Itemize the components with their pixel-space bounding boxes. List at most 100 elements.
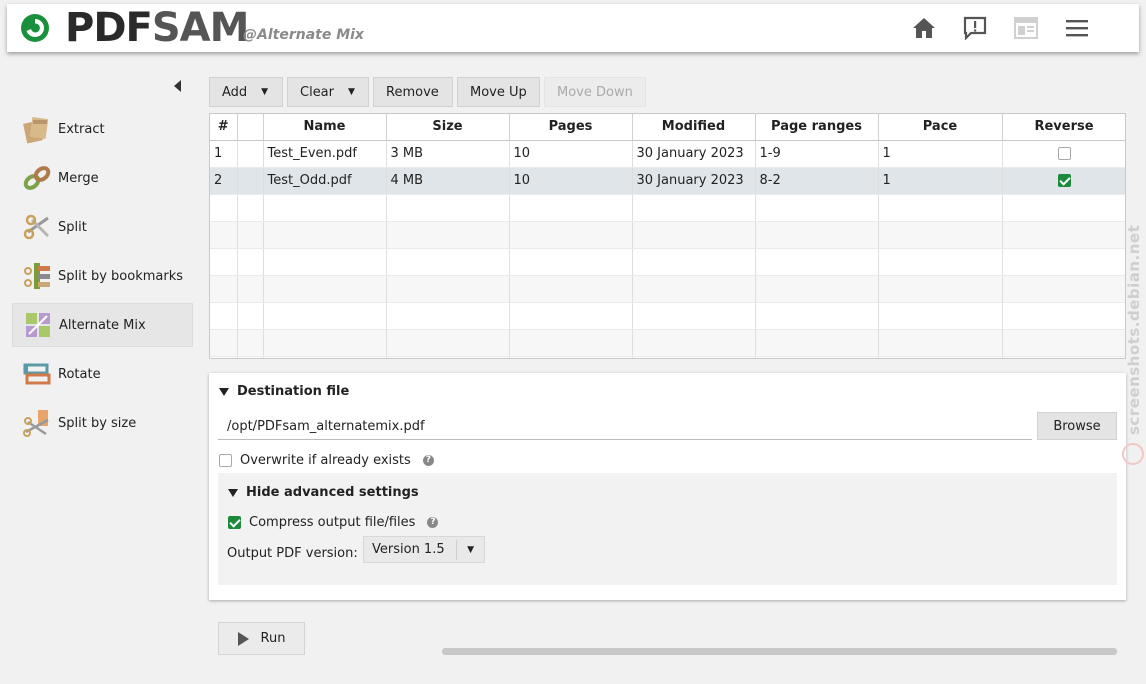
home-button[interactable] — [909, 14, 939, 42]
row-size: 4 MB — [386, 167, 510, 195]
move-up-button[interactable]: Move Up — [457, 77, 540, 107]
help-icon[interactable]: ? — [427, 517, 439, 528]
empty-table-row — [210, 275, 1125, 303]
sidebar-item-label: Split — [58, 219, 87, 235]
empty-table-row — [210, 356, 1125, 358]
compress-row: Compress output file/files ? — [228, 515, 439, 530]
rotate-icon — [23, 363, 51, 385]
sidebar-item-split[interactable]: Split — [12, 205, 193, 249]
destination-title: Destination file — [237, 384, 350, 399]
row-file-name: Test_Odd.pdf — [263, 167, 387, 195]
compress-checkbox[interactable] — [228, 516, 241, 529]
sidebar-item-label: Alternate Mix — [59, 317, 146, 333]
table-row[interactable]: 2 Test_Odd.pdf 4 MB 10 30 January 2023 8… — [210, 167, 1125, 195]
home-icon — [913, 18, 935, 38]
watermark-text: screenshots.debian.net — [1125, 224, 1143, 435]
extract-icon — [23, 116, 49, 144]
row-number: 1 — [210, 140, 238, 168]
row-pace[interactable]: 1 — [878, 167, 1003, 195]
progress-bar — [442, 648, 1117, 655]
run-button[interactable]: Run — [218, 622, 305, 655]
expand-triangle-icon — [219, 387, 229, 396]
help-icon[interactable]: ? — [422, 455, 434, 466]
alternate-mix-icon — [26, 313, 50, 337]
reverse-checkbox[interactable] — [1057, 147, 1071, 160]
overwrite-checkbox[interactable] — [219, 454, 232, 467]
destination-path-input[interactable] — [218, 413, 1032, 440]
sidebar-item-label: Merge — [58, 170, 99, 186]
sidebar-item-rotate[interactable]: Rotate — [12, 352, 193, 396]
advanced-settings-toggle[interactable]: Hide advanced settings — [228, 485, 419, 500]
row-number: 2 — [210, 167, 238, 195]
row-pace[interactable]: 1 — [878, 140, 1003, 168]
sidebar-item-split-by-size[interactable]: Split by size — [12, 401, 193, 445]
destination-panel: Destination file Browse Overwrite if alr… — [209, 373, 1126, 600]
row-pages: 10 — [509, 140, 633, 168]
compress-label: Compress output file/files — [249, 515, 416, 530]
sidebar-item-label: Split by size — [58, 415, 137, 431]
run-label: Run — [260, 631, 286, 646]
column-header-number[interactable]: # — [210, 114, 238, 141]
overwrite-label: Overwrite if already exists — [240, 453, 411, 468]
row-file-name: Test_Even.pdf — [263, 140, 387, 168]
empty-table-row — [210, 221, 1125, 249]
clear-button[interactable]: Clear ▼ — [287, 77, 369, 107]
split-icon — [23, 214, 50, 240]
row-reverse-cell — [1002, 167, 1125, 195]
menu-button[interactable] — [1062, 14, 1092, 42]
version-label: Output PDF version: — [227, 546, 358, 561]
empty-table-row — [210, 194, 1125, 222]
collapse-sidebar-icon[interactable] — [174, 80, 182, 92]
pdf-version-select[interactable]: Version 1.5 ▼ — [363, 536, 485, 563]
row-pages: 10 — [509, 167, 633, 195]
empty-table-row — [210, 302, 1125, 330]
files-table[interactable]: # Name Size Pages Modified Page ranges P… — [209, 113, 1126, 359]
column-header-blank[interactable] — [237, 114, 264, 141]
table-row[interactable]: 1 Test_Even.pdf 3 MB 10 30 January 2023 … — [210, 140, 1125, 168]
empty-table-row — [210, 329, 1125, 357]
column-header-pages[interactable]: Pages — [509, 114, 633, 141]
module-tag: @Alternate Mix — [243, 27, 364, 43]
column-header-name[interactable]: Name — [263, 114, 387, 141]
caret-down-icon: ▼ — [348, 87, 355, 97]
app-header: PDFSAM @Alternate Mix — [7, 4, 1139, 52]
move-down-button: Move Down — [544, 77, 646, 107]
row-reverse-cell — [1002, 140, 1125, 168]
row-page-ranges[interactable]: 1-9 — [755, 140, 879, 168]
reverse-checkbox[interactable] — [1057, 174, 1071, 187]
row-page-ranges[interactable]: 8-2 — [755, 167, 879, 195]
app-logo: PDFSAM — [65, 5, 249, 51]
caret-down-icon: ▼ — [467, 544, 474, 555]
sidebar-item-merge[interactable]: Merge — [12, 156, 193, 200]
column-header-modified[interactable]: Modified — [632, 114, 756, 141]
row-modified: 30 January 2023 — [632, 167, 756, 195]
play-icon — [237, 631, 249, 646]
merge-icon — [23, 166, 51, 190]
row-blank — [237, 140, 264, 168]
news-icon — [1014, 17, 1038, 39]
news-button[interactable] — [1011, 14, 1041, 42]
column-header-page-ranges[interactable]: Page ranges — [755, 114, 879, 141]
advanced-settings-box: Hide advanced settings Compress output f… — [218, 473, 1117, 585]
sidebar-item-extract[interactable]: Extract — [12, 107, 193, 151]
row-modified: 30 January 2023 — [632, 140, 756, 168]
sidebar-item-alternate-mix[interactable]: Alternate Mix — [12, 303, 193, 347]
destination-section-toggle[interactable]: Destination file — [219, 384, 349, 399]
sidebar-item-split-by-bookmarks[interactable]: Split by bookmarks — [12, 254, 193, 298]
sidebar-item-label: Extract — [58, 121, 105, 137]
select-divider — [456, 540, 457, 560]
feedback-button[interactable] — [960, 14, 990, 42]
overwrite-row: Overwrite if already exists ? — [219, 453, 434, 468]
browse-button[interactable]: Browse — [1037, 412, 1117, 440]
advanced-title: Hide advanced settings — [246, 485, 419, 500]
column-header-pace[interactable]: Pace — [878, 114, 1003, 141]
add-button[interactable]: Add ▼ — [209, 77, 283, 107]
menu-icon — [1066, 20, 1088, 37]
column-header-reverse[interactable]: Reverse — [1002, 114, 1125, 141]
split-size-icon — [23, 410, 49, 437]
column-header-size[interactable]: Size — [386, 114, 510, 141]
row-blank — [237, 167, 264, 195]
pdf-version-value: Version 1.5 — [372, 542, 445, 557]
remove-button[interactable]: Remove — [373, 77, 453, 107]
sidebar-item-label: Rotate — [58, 366, 101, 382]
